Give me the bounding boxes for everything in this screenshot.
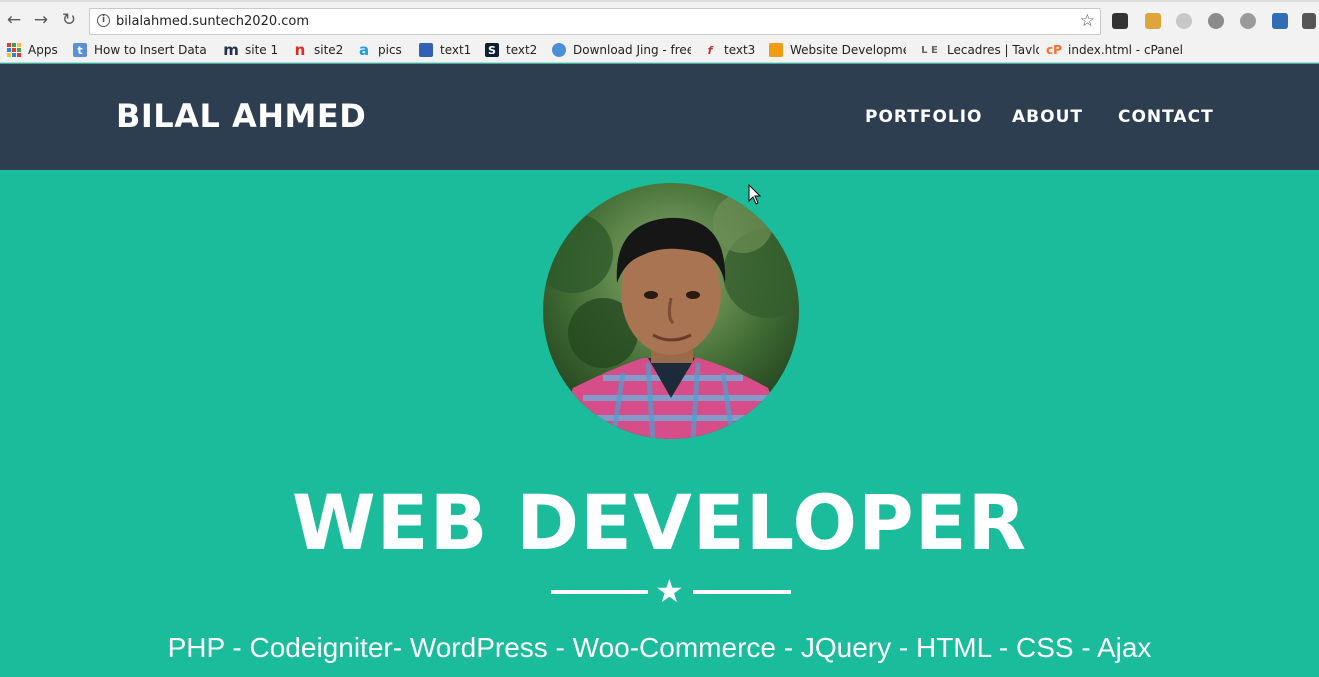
bookmark-item[interactable]: f text3 bbox=[703, 42, 756, 58]
hero-headline: WEB DEVELOPER bbox=[291, 478, 1028, 567]
s-icon: S bbox=[485, 43, 499, 57]
page-icon bbox=[419, 43, 433, 57]
bookmark-item[interactable]: text1 bbox=[419, 42, 471, 58]
bookmark-item[interactable]: m site 1 bbox=[223, 41, 278, 59]
bookmark-item[interactable]: a pics bbox=[357, 41, 402, 59]
bus-icon[interactable] bbox=[1302, 13, 1316, 29]
nav-about[interactable]: ABOUT bbox=[1012, 107, 1083, 127]
star-icon: ★ bbox=[655, 572, 684, 610]
bookmark-item[interactable]: L E Lecadres | Tavlor bbox=[919, 42, 1039, 58]
wordpress-icon[interactable] bbox=[1176, 13, 1192, 29]
site-navbar: BILAL AHMED PORTFOLIO ABOUT CONTACT bbox=[0, 64, 1319, 170]
bookmark-item[interactable]: t How to Insert Data I bbox=[73, 42, 210, 58]
bookmark-item[interactable]: cP index.html - cPanel F bbox=[1046, 42, 1187, 58]
address-bar[interactable]: i bilalahmed.suntech2020.com ☆ bbox=[89, 8, 1101, 35]
forward-arrow-icon[interactable]: → bbox=[30, 9, 52, 31]
apps-grid-icon bbox=[7, 43, 21, 57]
profile-photo bbox=[543, 183, 799, 439]
extension-glasses-icon[interactable] bbox=[1112, 13, 1128, 29]
bookmark-item[interactable]: n site2 bbox=[293, 41, 344, 59]
back-arrow-icon[interactable]: ← bbox=[3, 9, 25, 31]
url-text[interactable]: bilalahmed.suntech2020.com bbox=[116, 14, 309, 29]
wordpress-icon[interactable] bbox=[1208, 13, 1224, 29]
bookmark-apps[interactable]: Apps bbox=[7, 42, 58, 58]
divider-line-left bbox=[551, 590, 648, 594]
a-icon: a bbox=[358, 41, 370, 59]
bookmark-item[interactable]: Website Developme bbox=[769, 42, 906, 58]
bookmarks-bar: Apps t How to Insert Data I m site 1 n s… bbox=[0, 38, 1319, 63]
bookmark-item[interactable]: S text2 bbox=[485, 42, 537, 58]
windows-icon bbox=[769, 43, 783, 57]
cpanel-icon: cP bbox=[1046, 43, 1062, 57]
reload-icon[interactable]: ↻ bbox=[58, 9, 80, 31]
skills-subtitle: PHP - Codeigniter- WordPress - Woo-Comme… bbox=[167, 632, 1152, 663]
bookmark-star-icon[interactable]: ☆ bbox=[1080, 11, 1095, 31]
feather-icon: f bbox=[707, 43, 713, 57]
info-icon[interactable]: i bbox=[97, 14, 110, 27]
globe-icon[interactable] bbox=[1240, 13, 1256, 29]
globe-icon bbox=[552, 43, 566, 57]
nav-portfolio[interactable]: PORTFOLIO bbox=[865, 107, 983, 127]
browser-toolbar: ← → ↻ i bilalahmed.suntech2020.com ☆ bbox=[0, 0, 1319, 38]
t-icon: t bbox=[73, 43, 87, 57]
download-icon[interactable] bbox=[1272, 13, 1288, 29]
nav-contact[interactable]: CONTACT bbox=[1118, 107, 1214, 127]
extension-eyedropper-icon[interactable] bbox=[1145, 13, 1161, 29]
mouse-cursor-icon bbox=[748, 184, 762, 205]
m-icon: m bbox=[223, 41, 239, 59]
le-icon: L E bbox=[921, 44, 938, 56]
n-icon: n bbox=[294, 41, 306, 59]
divider-line-right bbox=[693, 590, 791, 594]
brand-logo[interactable]: BILAL AHMED bbox=[116, 97, 366, 135]
bookmark-item[interactable]: Download Jing - free bbox=[552, 42, 691, 58]
